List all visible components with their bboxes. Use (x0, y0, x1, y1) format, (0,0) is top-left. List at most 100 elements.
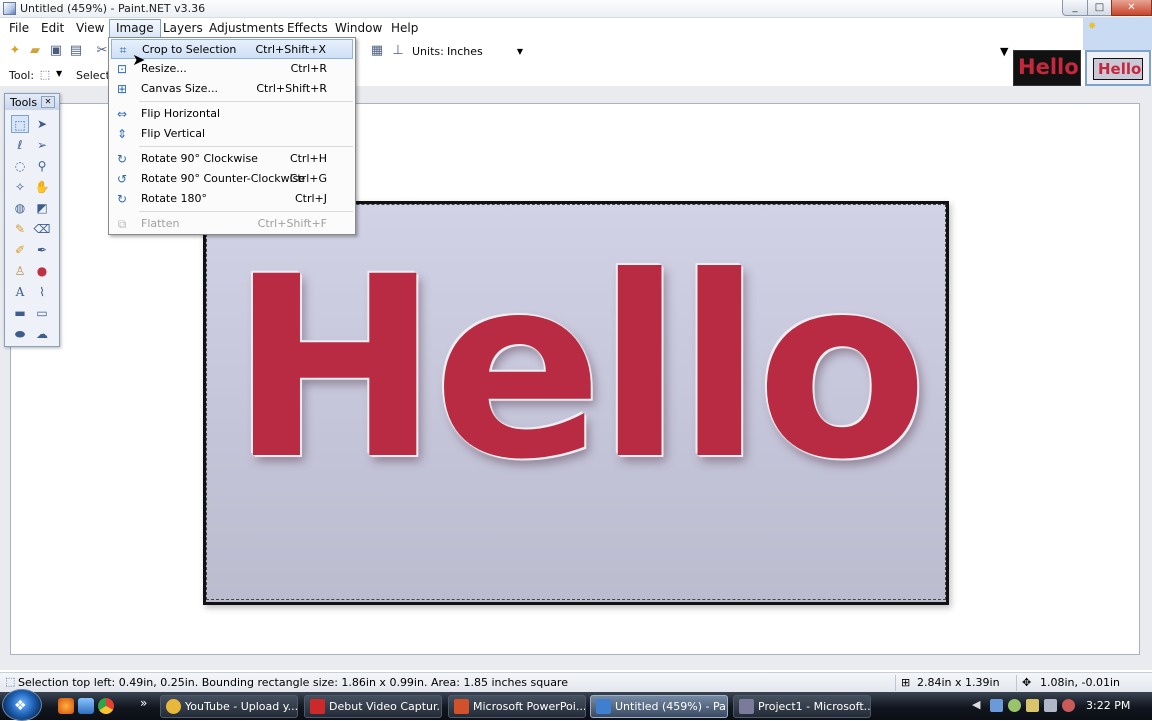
rotate-180-icon: ↻ (116, 192, 128, 206)
menu-rotate-180[interactable]: ↻ Rotate 180° Ctrl+J (111, 189, 353, 209)
image-size-value: 2.84in x 1.39in (917, 676, 1000, 689)
toolbar-overflow-icon[interactable]: ▼ (1000, 45, 1008, 58)
ellipse-select-icon[interactable]: ◌ (11, 157, 29, 175)
windows-taskbar: ❖ » YouTube - Upload y... Debut Video Ca… (0, 689, 1152, 721)
tools-close-icon[interactable]: ✕ (41, 96, 55, 108)
task-youtube[interactable]: YouTube - Upload y... (160, 695, 298, 718)
menu-separator (139, 101, 353, 102)
quick-launch-overflow[interactable]: » (140, 696, 147, 710)
status-divider (1016, 675, 1017, 691)
menu-bar: File Edit View Image Layers Adjustments … (0, 18, 1152, 38)
canvas-size-icon: ⊞ (116, 82, 128, 96)
paint-bucket-icon[interactable]: ◍ (11, 199, 29, 217)
menu-crop-to-selection[interactable]: ⌗ Crop to Selection Ctrl+Shift+X (111, 39, 353, 59)
freeform-shape-icon[interactable]: ☁ (33, 325, 51, 343)
menu-flatten[interactable]: ⧉ Flatten Ctrl+Shift+F (111, 214, 353, 234)
tools-window[interactable]: Tools ✕ ⬚ ➤ ℓ ➢ ◌ ⚲ ✧ ✋ ◍ ◩ ✎ ⌫ ✐ ✒ ♙ ● … (4, 93, 60, 347)
image-thumbnail-active[interactable]: Hello (1085, 50, 1151, 86)
recording-icon[interactable] (1062, 699, 1075, 712)
eraser-icon[interactable]: ⌫ (33, 220, 51, 238)
image-thumbnail-dark[interactable]: Hello (1013, 50, 1081, 86)
menu-resize[interactable]: ⊡ Resize... Ctrl+R (111, 59, 353, 79)
windows-logo-icon: ❖ (14, 698, 27, 714)
tool-dropdown-arrow-icon[interactable]: ▼ (56, 69, 62, 78)
maximize-button[interactable]: □ (1087, 0, 1112, 16)
start-button[interactable]: ❖ (2, 689, 42, 721)
mouse-cursor-icon: ➤ (132, 50, 146, 69)
menu-edit[interactable]: Edit (35, 19, 70, 38)
pencil-icon[interactable]: ✎ (11, 220, 29, 238)
move-pixels-icon[interactable]: ➢ (33, 136, 51, 154)
task-project1[interactable]: Project1 - Microsoft... (733, 695, 871, 718)
tool-label: Tool: (9, 69, 35, 82)
menu-help[interactable]: Help (385, 19, 424, 38)
grid-icon[interactable]: ▦ (369, 43, 385, 59)
text-icon[interactable]: A (11, 283, 29, 301)
ellipse-icon[interactable]: ⬬ (11, 325, 29, 343)
menu-adjustments[interactable]: Adjustments (203, 19, 290, 38)
selection-status-icon: ⬚ (5, 675, 16, 688)
thumbnail-strip-highlight: ✸ (1083, 18, 1152, 50)
menu-file[interactable]: File (3, 19, 35, 38)
magic-wand-icon[interactable]: ✧ (11, 178, 29, 196)
units-label: Units: (412, 45, 444, 58)
chrome-icon[interactable] (98, 698, 114, 714)
menu-rotate-ccw[interactable]: ↺ Rotate 90° Counter-Clockwise Ctrl+G (111, 169, 353, 189)
task-powerpoint[interactable]: Microsoft PowerPoi... (448, 695, 586, 718)
new-file-icon[interactable]: ✦ (7, 43, 23, 59)
menu-separator (139, 211, 353, 212)
task-debut[interactable]: Debut Video Captur... (304, 695, 442, 718)
gradient-icon[interactable]: ◩ (33, 199, 51, 217)
tools-header[interactable]: Tools ✕ (5, 94, 59, 110)
paintnet-app-icon[interactable] (3, 2, 16, 15)
ruler-icon[interactable]: ⊥ (390, 43, 406, 59)
status-divider (895, 675, 896, 691)
lasso-icon[interactable]: ℓ (11, 136, 29, 154)
print-icon[interactable]: ▤ (68, 43, 84, 59)
open-folder-icon[interactable]: ▰ (27, 43, 43, 59)
menu-separator (139, 146, 353, 147)
clock[interactable]: 3:22 PM (1086, 699, 1130, 712)
close-button[interactable]: ✕ (1111, 0, 1152, 16)
menu-window[interactable]: Window (329, 19, 388, 38)
new-image-star-icon: ✸ (1088, 21, 1097, 32)
firefox-icon[interactable] (58, 698, 74, 714)
network-icon[interactable] (990, 699, 1003, 712)
visual-studio-icon (739, 699, 754, 714)
menu-view[interactable]: View (70, 19, 110, 38)
current-tool-icon[interactable]: ⬚ (37, 67, 53, 83)
menu-image[interactable]: Image (109, 19, 161, 38)
recolor-icon[interactable]: ● (33, 262, 51, 280)
menu-flip-vertical[interactable]: ⇕ Flip Vertical (111, 124, 353, 144)
units-dropdown[interactable]: Inches ▼ (444, 43, 526, 60)
menu-effects[interactable]: Effects (281, 19, 334, 38)
pan-icon[interactable]: ✋ (33, 178, 51, 196)
image-size-icon: ⊞ (901, 676, 911, 689)
paintbrush-icon[interactable]: ✐ (11, 241, 29, 259)
zoom-icon[interactable]: ⚲ (33, 157, 51, 175)
line-curve-icon[interactable]: ⌇ (33, 283, 51, 301)
rectangle-icon[interactable]: ▬ (11, 304, 29, 322)
menu-flip-horizontal[interactable]: ⇔ Flip Horizontal (111, 104, 353, 124)
task-paintnet[interactable]: Untitled (459%) - Pa... (590, 695, 728, 718)
rect-select-icon[interactable]: ⬚ (11, 115, 29, 133)
show-desktop-icon[interactable] (78, 698, 94, 714)
color-picker-icon[interactable]: ✒ (33, 241, 51, 259)
minimize-button[interactable]: _ (1062, 0, 1088, 16)
clone-stamp-icon[interactable]: ♙ (11, 262, 29, 280)
selection-marquee[interactable] (206, 204, 946, 600)
chevron-down-icon: ▼ (516, 47, 523, 56)
security-icon[interactable] (1008, 699, 1021, 712)
rounded-rect-icon[interactable]: ▭ (33, 304, 51, 322)
crop-icon: ⌗ (119, 43, 127, 57)
menu-layers[interactable]: Layers (157, 19, 209, 38)
rotate-ccw-icon: ↺ (116, 172, 128, 186)
menu-canvas-size[interactable]: ⊞ Canvas Size... Ctrl+Shift+R (111, 79, 353, 99)
save-icon[interactable]: ▣ (48, 43, 64, 59)
notification-icon[interactable] (1026, 699, 1039, 712)
move-selection-icon[interactable]: ➤ (33, 115, 51, 133)
status-bar: ⬚ Selection top left: 0.49in, 0.25in. Bo… (0, 672, 1152, 692)
volume-icon[interactable] (1044, 699, 1057, 712)
menu-rotate-cw[interactable]: ↻ Rotate 90° Clockwise Ctrl+H (111, 149, 353, 169)
tray-expand-icon[interactable]: ◀ (972, 698, 980, 711)
